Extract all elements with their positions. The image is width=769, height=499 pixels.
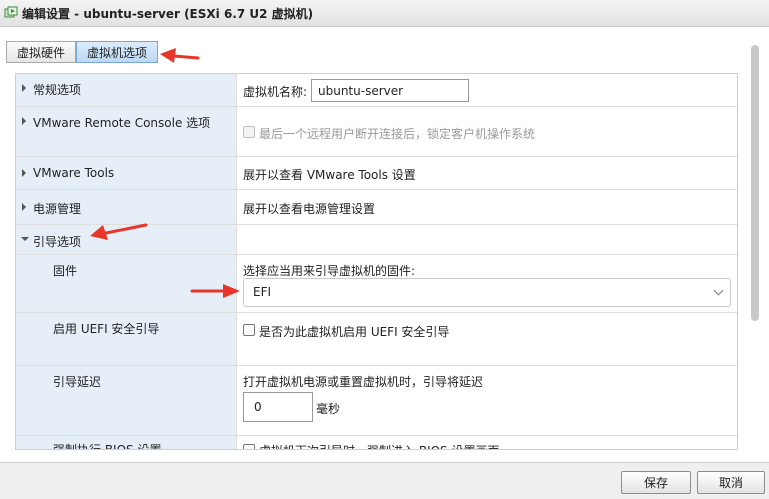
- annotation-arrow-icon: [160, 48, 200, 63]
- boot-delay-input[interactable]: [243, 392, 313, 422]
- section-tools-label: VMware Tools: [33, 166, 115, 180]
- lock-guest-checkbox[interactable]: [243, 126, 255, 138]
- boot-delay-prompt: 打开虚拟机电源或重置虚拟机时，引导将延迟: [243, 375, 484, 389]
- section-boot[interactable]: 引导选项: [16, 225, 737, 255]
- tab-vm-options[interactable]: 虚拟机选项: [76, 41, 159, 63]
- window-title: 编辑设置 - ubuntu-server (ESXi 6.7 U2 虚拟机): [22, 6, 314, 21]
- force-bios-option: 虚拟机下次引导时，强制进入 BIOS 设置画面: [259, 442, 499, 449]
- firmware-select-value: EFI: [253, 285, 272, 299]
- caret-right-icon[interactable]: [22, 117, 26, 125]
- caret-right-icon[interactable]: [22, 203, 26, 211]
- scrollbar-thumb[interactable]: [751, 45, 759, 321]
- scrollbar[interactable]: [748, 40, 762, 453]
- settings-panel: 常规选项 虚拟机名称: VMware Remote Console 选项 最后一…: [15, 73, 738, 450]
- section-vmrc[interactable]: VMware Remote Console 选项 最后一个远程用户断开连接后，锁…: [16, 107, 737, 157]
- tools-hint: 展开以查看 VMware Tools 设置: [243, 168, 416, 182]
- caret-right-icon[interactable]: [22, 169, 26, 177]
- tab-virtual-hardware[interactable]: 虚拟硬件: [6, 41, 77, 63]
- boot-delay-label: 引导延迟: [53, 375, 102, 389]
- power-hint: 展开以查看电源管理设置: [243, 202, 376, 216]
- title-bar: 编辑设置 - ubuntu-server (ESXi 6.7 U2 虚拟机): [0, 0, 769, 27]
- boot-secure-row: 启用 UEFI 安全引导 是否为此虚拟机启用 UEFI 安全引导: [16, 313, 737, 366]
- firmware-prompt: 选择应当用来引导虚拟机的固件:: [243, 264, 416, 278]
- vm-icon: [4, 6, 18, 20]
- firmware-select[interactable]: EFI: [243, 278, 731, 307]
- vm-name-input[interactable]: [311, 79, 469, 102]
- section-tools[interactable]: VMware Tools 展开以查看 VMware Tools 设置: [16, 157, 737, 190]
- force-bios-checkbox[interactable]: [243, 444, 255, 449]
- tab-bar: 虚拟硬件 虚拟机选项: [6, 41, 159, 63]
- dialog-footer: 保存 取消: [0, 462, 769, 499]
- section-power[interactable]: 电源管理 展开以查看电源管理设置: [16, 190, 737, 225]
- section-power-label: 电源管理: [33, 202, 82, 216]
- caret-down-icon[interactable]: [21, 237, 29, 241]
- secure-boot-checkbox[interactable]: [243, 324, 255, 336]
- force-bios-label: 强制执行 BIOS 设置: [53, 443, 162, 450]
- boot-delay-row: 引导延迟 打开虚拟机电源或重置虚拟机时，引导将延迟 毫秒: [16, 366, 737, 436]
- section-vmrc-label: VMware Remote Console 选项: [33, 116, 211, 130]
- boot-firmware-row: 固件 选择应当用来引导虚拟机的固件: EFI: [16, 255, 737, 313]
- section-general[interactable]: 常规选项 虚拟机名称:: [16, 74, 737, 107]
- lock-guest-label: 最后一个远程用户断开连接后，锁定客户机操作系统: [259, 127, 536, 141]
- save-button[interactable]: 保存: [621, 471, 691, 494]
- firmware-label: 固件: [53, 264, 78, 278]
- secure-boot-label: 启用 UEFI 安全引导: [53, 322, 160, 336]
- section-general-label: 常规选项: [33, 83, 82, 97]
- boot-delay-unit: 毫秒: [316, 402, 341, 416]
- vm-name-label: 虚拟机名称:: [243, 85, 308, 99]
- secure-boot-option: 是否为此虚拟机启用 UEFI 安全引导: [259, 325, 450, 339]
- chevron-down-icon: [713, 285, 724, 296]
- cancel-button[interactable]: 取消: [697, 471, 765, 494]
- caret-right-icon[interactable]: [22, 84, 26, 92]
- section-boot-label: 引导选项: [33, 235, 82, 249]
- boot-force-bios-row: 强制执行 BIOS 设置 虚拟机下次引导时，强制进入 BIOS 设置画面: [16, 436, 737, 450]
